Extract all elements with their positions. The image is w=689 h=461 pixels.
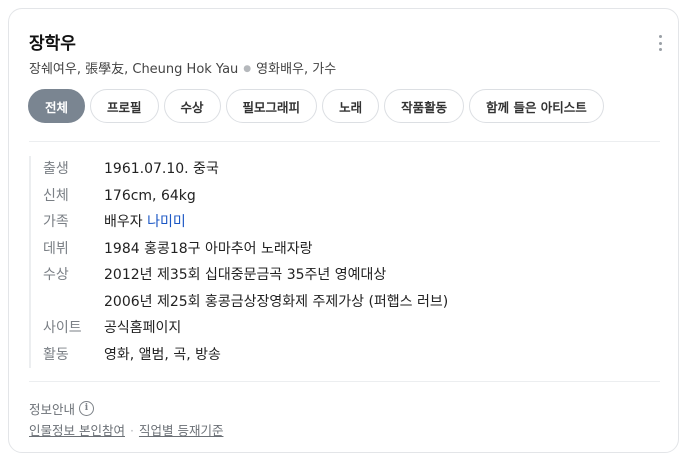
info-label: 데뷔 (43, 240, 69, 257)
info-list: 출생 1961.07.10. 중국 신체 176cm, 64kg 가족 배우자 … (29, 156, 643, 368)
info-value: 1961.07.10. 중국 (104, 161, 219, 177)
official-site-link[interactable]: 공식홈페이지 (104, 315, 181, 342)
tab-bar: 전체 프로필 수상 필모그래피 노래 작품활동 함께 들은 아티스트 (28, 89, 604, 123)
info-label: 출생 (43, 161, 69, 177)
info-row-awards: 수상 2012년 제35회 십대중문금곡 35주년 영예대상 2006년 제25… (43, 262, 643, 315)
info-row-debut: 데뷔 1984 홍콩18구 아마추어 노래자랑 (43, 236, 643, 263)
footer-title: 정보안내 (29, 402, 76, 417)
divider (29, 381, 660, 382)
self-participation-link[interactable]: 인물정보 본인참여 (29, 423, 125, 438)
person-name: 장학우 (29, 34, 76, 54)
info-label: 신체 (43, 187, 69, 204)
divider (29, 141, 660, 142)
spouse-link[interactable]: 나미미 (147, 214, 186, 230)
person-roles: 영화배우, 가수 (256, 62, 337, 77)
info-value: 2012년 제35회 십대중문금곡 35주년 영예대상 2006년 제25회 홍… (104, 262, 448, 315)
info-label: 활동 (43, 346, 69, 363)
person-card: 장학우 장쉐여우, 張學友, Cheung Hok Yau ● 영화배우, 가수 전… (8, 8, 679, 453)
info-value: 176cm, 64kg (104, 187, 196, 204)
info-value: 1984 홍콩18구 아마추어 노래자랑 (104, 240, 313, 257)
person-aliases: 장쉐여우, 張學友, Cheung Hok Yau (29, 62, 239, 77)
tab-works[interactable]: 작품활동 (384, 89, 465, 123)
person-subtitle: 장쉐여우, 張學友, Cheung Hok Yau ● 영화배우, 가수 (29, 58, 336, 77)
tab-songs[interactable]: 노래 (322, 89, 380, 123)
award-item: 2006년 제25회 홍콩금상장영화제 주제가상 (퍼햅스 러브) (104, 293, 449, 310)
more-options-icon[interactable] (658, 35, 662, 51)
activity-link[interactable]: 영화, 앨범, 곡, 방송 (104, 342, 221, 369)
tab-profile[interactable]: 프로필 (90, 89, 159, 123)
tab-related-artists[interactable]: 함께 들은 아티스트 (469, 89, 604, 123)
separator-dot: · (129, 423, 134, 438)
info-label: 사이트 (43, 320, 82, 336)
info-row-birth: 출생 1961.07.10. 중국 (43, 156, 643, 183)
tab-filmography[interactable]: 필모그래피 (225, 89, 318, 123)
footer-info: 정보안내 i (29, 399, 95, 418)
separator-dot: ● (243, 64, 252, 74)
info-label: 가족 (43, 214, 69, 230)
footer-links: 인물정보 본인참여 · 직업별 등재기준 (29, 420, 223, 439)
info-label: 수상 (43, 267, 69, 283)
tab-awards[interactable]: 수상 (163, 89, 221, 123)
info-row-site: 사이트 공식홈페이지 (43, 315, 643, 342)
award-item: 2012년 제35회 십대중문금곡 35주년 영예대상 (104, 267, 387, 283)
info-icon[interactable]: i (79, 401, 95, 416)
family-relation: 배우자 (104, 214, 143, 230)
registration-criteria-link[interactable]: 직업별 등재기준 (139, 423, 223, 438)
tab-all[interactable]: 전체 (28, 89, 86, 123)
info-value: 배우자 나미미 (104, 209, 186, 236)
info-row-family: 가족 배우자 나미미 (43, 209, 643, 236)
info-row-body: 신체 176cm, 64kg (43, 183, 643, 210)
info-row-activity: 활동 영화, 앨범, 곡, 방송 (43, 342, 643, 369)
